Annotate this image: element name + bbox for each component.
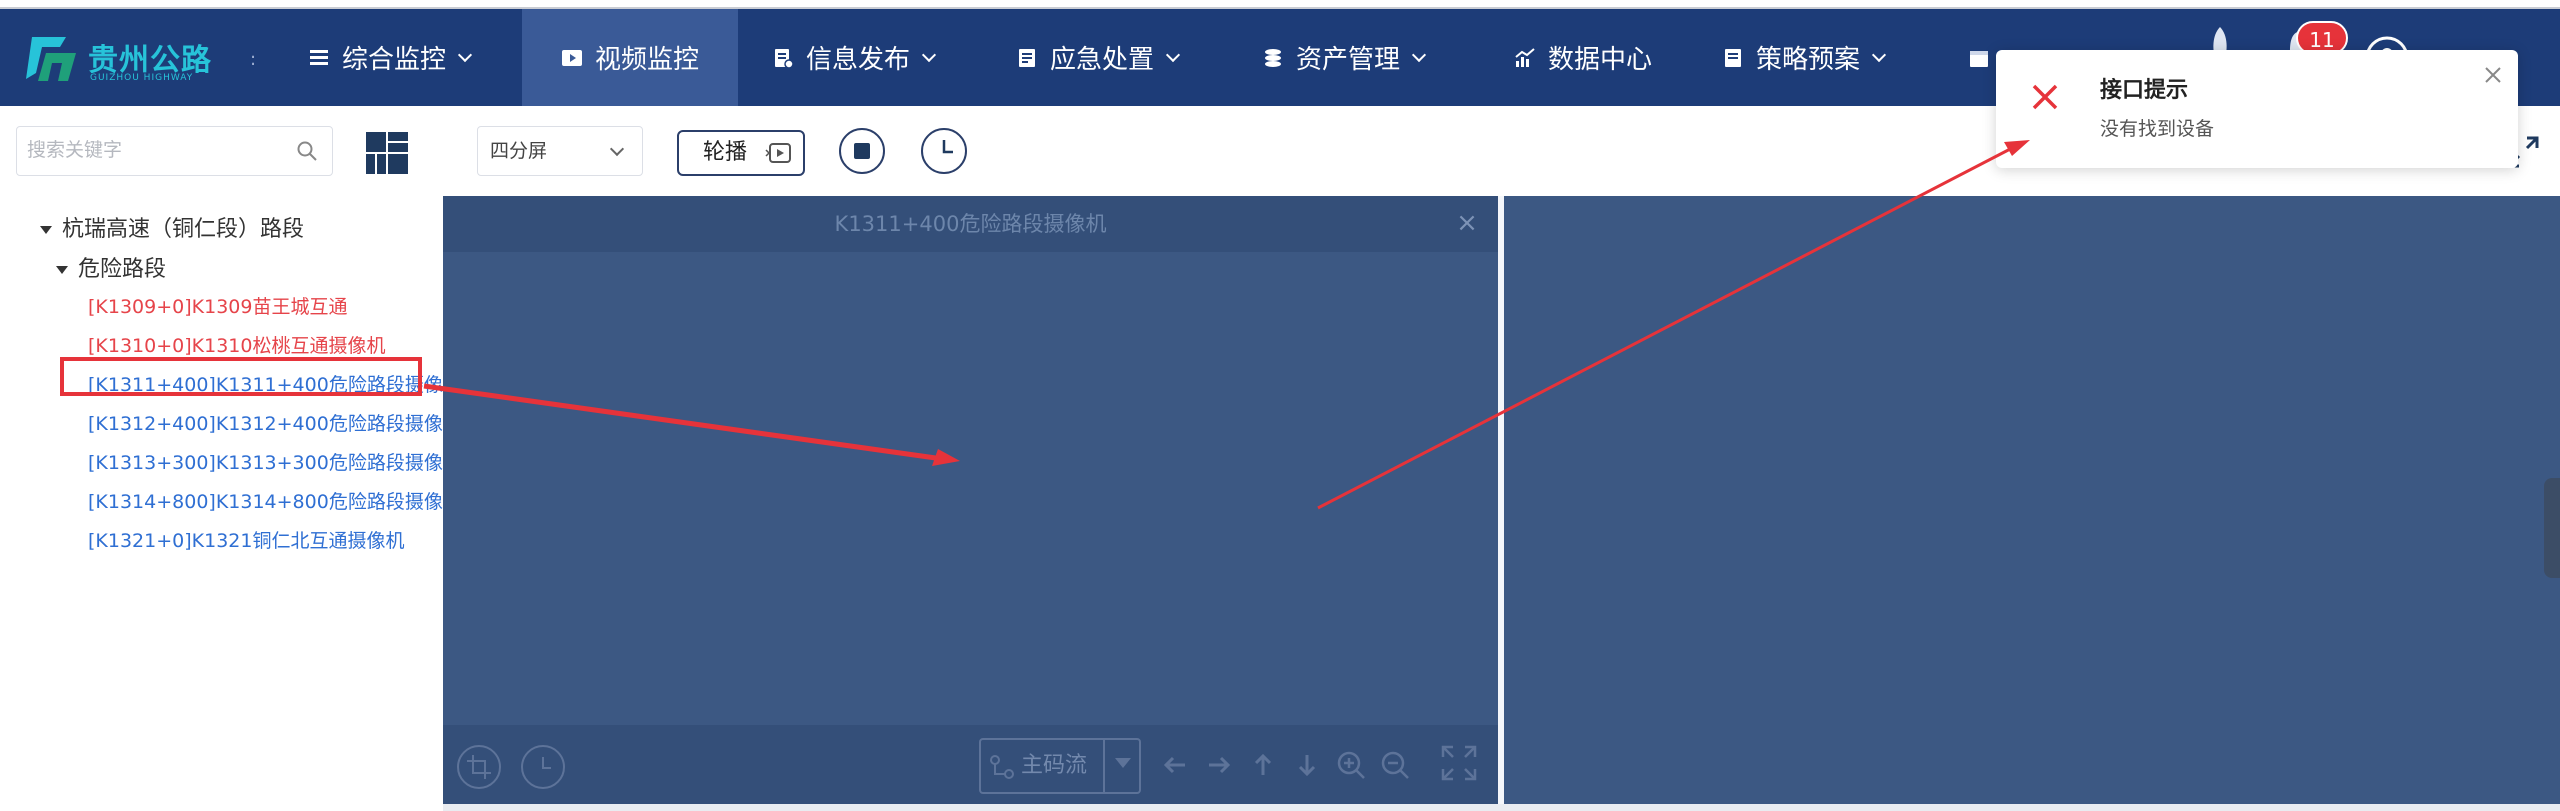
video-play-icon bbox=[561, 49, 582, 66]
nav-label: 应急处置 bbox=[1050, 45, 1155, 75]
grid-view-icon[interactable] bbox=[366, 132, 408, 174]
arrow-up-icon[interactable] bbox=[1247, 749, 1279, 781]
search-icon[interactable] bbox=[296, 140, 318, 162]
layout-select[interactable]: 四分屏 bbox=[477, 126, 643, 176]
carousel-button[interactable]: 轮播 bbox=[677, 130, 805, 176]
nav-label: 数据中心 bbox=[1548, 45, 1653, 75]
carousel-label: 轮播 bbox=[703, 140, 748, 165]
top-strip bbox=[0, 0, 2560, 9]
caret-down-icon bbox=[40, 226, 52, 234]
nav-label: 综合监控 bbox=[342, 45, 447, 75]
nav-label: 信息发布 bbox=[806, 45, 911, 75]
document-icon bbox=[775, 48, 794, 69]
coins-icon bbox=[1265, 48, 1281, 67]
history-button[interactable] bbox=[921, 128, 967, 174]
nav-item-data-center[interactable]: 数据中心 bbox=[1514, 9, 1652, 106]
tree-item-camera[interactable]: [K1314+800]K1314+800危险路段摄像机 bbox=[88, 487, 462, 514]
nav-label: 策略预案 bbox=[1756, 45, 1861, 75]
playback-button[interactable] bbox=[521, 745, 565, 789]
toast-title: 接口提示 bbox=[2100, 78, 2189, 103]
crop-icon bbox=[467, 755, 491, 779]
pane-controls: 主码流 bbox=[443, 725, 1498, 804]
fullscreen-icon[interactable] bbox=[1439, 743, 1479, 783]
close-icon[interactable]: × bbox=[1452, 208, 1482, 238]
arrow-right-icon[interactable] bbox=[1203, 749, 1235, 781]
nav-item-comprehensive-monitoring[interactable]: 综合监控 bbox=[308, 9, 473, 106]
stop-icon bbox=[854, 143, 870, 159]
stream-icon bbox=[990, 755, 1014, 779]
nav-item-emergency[interactable]: 应急处置 bbox=[1016, 9, 1181, 106]
tree-item-camera[interactable]: [K1310+0]K1310松桃互通摄像机 bbox=[88, 331, 385, 358]
chart-icon bbox=[1515, 47, 1535, 67]
clipboard-icon bbox=[1019, 48, 1035, 67]
video-main: 四分屏 轮播 K1311+400危险路段摄像机 × 主码流 bbox=[443, 106, 2560, 811]
nav-label: 视频监控 bbox=[594, 45, 699, 75]
calendar-icon bbox=[1970, 50, 1988, 67]
error-toast: 接口提示 没有找到设备 bbox=[1996, 50, 2518, 168]
nav-item-info-publish[interactable]: 信息发布 bbox=[772, 9, 937, 106]
clock-icon bbox=[942, 140, 953, 154]
video-pane-1[interactable]: K1311+400危险路段摄像机 × 主码流 bbox=[443, 196, 1498, 804]
chevron-down-icon bbox=[609, 141, 625, 157]
tree-item-camera[interactable]: [K1321+0]K1321铜仁北互通摄像机 bbox=[88, 526, 404, 553]
tree-node-label: 杭瑞高速（铜仁段）路段 bbox=[62, 217, 305, 242]
search-input[interactable] bbox=[27, 127, 287, 173]
nav-label: 资产管理 bbox=[1296, 45, 1401, 75]
pane-title: K1311+400危险路段摄像机 bbox=[443, 196, 1498, 252]
caret-down-icon bbox=[1115, 758, 1131, 768]
arrow-left-icon[interactable] bbox=[1159, 749, 1191, 781]
crop-button[interactable] bbox=[457, 745, 501, 789]
search-box bbox=[16, 126, 333, 176]
stop-button[interactable] bbox=[839, 128, 885, 174]
nav-item-strategy[interactable]: 策略预案 bbox=[1722, 9, 1887, 106]
chevron-down-icon bbox=[1165, 47, 1181, 62]
zoom-out-icon[interactable] bbox=[1379, 749, 1411, 781]
highlight-box bbox=[60, 357, 422, 396]
sidebar: 杭瑞高速（铜仁段）路段 危险路段 [K1309+0]K1309苗王城互通 [K1… bbox=[0, 106, 462, 811]
tree-node-label: 危险路段 bbox=[78, 257, 167, 282]
layout-select-value: 四分屏 bbox=[490, 140, 548, 162]
chevron-down-icon bbox=[921, 47, 937, 62]
error-icon bbox=[2032, 84, 2058, 110]
clock-icon bbox=[542, 757, 551, 769]
arrow-down-icon[interactable] bbox=[1291, 749, 1323, 781]
tree-item-camera[interactable]: [K1313+300]K1313+300危险路段摄像机 bbox=[88, 448, 462, 475]
caret-down-icon bbox=[56, 266, 68, 274]
tree-node-group[interactable]: 危险路段 bbox=[56, 251, 166, 283]
stream-dropdown[interactable] bbox=[1103, 738, 1141, 794]
bottom-divider bbox=[443, 804, 2560, 811]
tree-item-camera[interactable]: [K1309+0]K1309苗王城互通 bbox=[88, 292, 347, 319]
carousel-play-icon bbox=[765, 143, 791, 163]
tree-node-road[interactable]: 杭瑞高速（铜仁段）路段 bbox=[40, 211, 304, 243]
nav-item-assets[interactable]: 资产管理 bbox=[1262, 9, 1427, 106]
file-icon bbox=[1725, 48, 1741, 67]
video-pane-2[interactable] bbox=[1504, 196, 2560, 804]
tree-item-camera[interactable]: [K1312+400]K1312+400危险路段摄像机 bbox=[88, 409, 462, 436]
zoom-in-icon[interactable] bbox=[1335, 749, 1367, 781]
chevron-down-icon bbox=[1411, 47, 1427, 62]
stream-label: 主码流 bbox=[1021, 753, 1088, 778]
close-icon[interactable] bbox=[2482, 64, 2504, 86]
nav-item-video-monitoring[interactable]: 视频监控 bbox=[522, 9, 738, 106]
toast-message: 没有找到设备 bbox=[2100, 118, 2215, 140]
chevron-down-icon bbox=[457, 47, 473, 62]
chevron-down-icon bbox=[1871, 47, 1887, 62]
side-widget[interactable] bbox=[2544, 478, 2560, 578]
list-icon bbox=[310, 49, 328, 65]
